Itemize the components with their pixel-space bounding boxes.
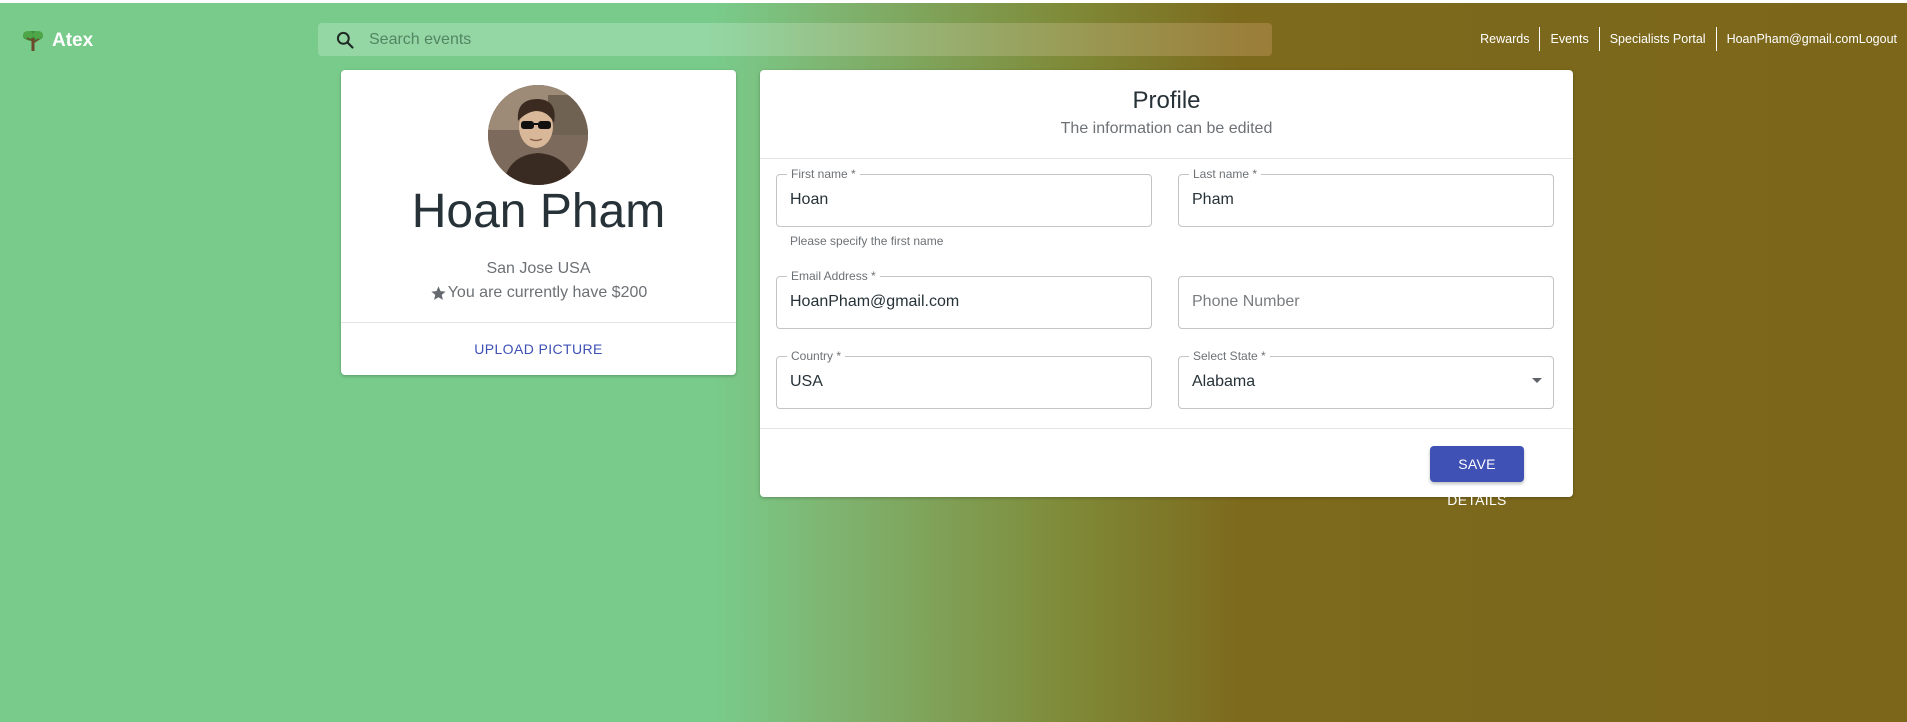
last-name-value: Pham	[1192, 191, 1234, 208]
upload-picture-button[interactable]: UPLOAD PICTURE	[341, 323, 736, 375]
phone-number-placeholder: Phone Number	[1192, 293, 1300, 310]
phone-number-field[interactable]: Phone Number	[1178, 276, 1554, 329]
state-select[interactable]: Select State * Alabama	[1178, 349, 1554, 409]
save-details-button[interactable]: SAVE DETAILS	[1430, 446, 1524, 508]
footer-divider	[760, 428, 1573, 429]
balance-info: You are currently have $200	[341, 284, 736, 302]
state-label: Select State *	[1189, 349, 1270, 363]
last-name-label: Last name *	[1189, 167, 1262, 181]
header-divider	[760, 158, 1573, 159]
first-name-field[interactable]: First name * Hoan	[776, 167, 1152, 227]
top-bar: Atex Rewards Events Specialists Portal H…	[0, 3, 1907, 68]
nav-specialists-portal-link[interactable]: Specialists Portal	[1598, 27, 1716, 51]
country-field[interactable]: Country * USA	[776, 349, 1152, 409]
profile-title: Profile	[1132, 87, 1201, 114]
search-input[interactable]	[367, 29, 1231, 50]
avatar	[488, 85, 588, 185]
avatar-photo	[488, 85, 588, 185]
star-icon	[431, 285, 446, 300]
first-name-value: Hoan	[790, 191, 829, 208]
email-label: Email Address *	[787, 269, 880, 283]
user-location: San Jose USA	[486, 260, 591, 277]
nav-user-email[interactable]: HoanPham@gmail.com	[1727, 27, 1859, 51]
nav-logout-link[interactable]: Logout	[1859, 27, 1897, 51]
last-name-field[interactable]: Last name * Pham	[1178, 167, 1554, 227]
country-value: USA	[790, 373, 823, 390]
first-name-label: First name *	[787, 167, 860, 181]
user-name: Hoan Pham	[411, 185, 666, 238]
tree-icon	[23, 31, 43, 51]
email-value: HoanPham@gmail.com	[790, 293, 960, 310]
first-name-helper-text: Please specify the first name	[790, 234, 944, 248]
profile-subtitle: The information can be edited	[1060, 120, 1273, 137]
nav-rewards-link[interactable]: Rewards	[1470, 27, 1539, 51]
top-nav: Rewards Events Specialists Portal HoanPh…	[1470, 27, 1897, 51]
account-area: HoanPham@gmail.com Logout	[1715, 27, 1897, 51]
search-icon	[336, 31, 354, 49]
search-bar[interactable]	[318, 23, 1272, 56]
state-value: Alabama	[1192, 373, 1256, 390]
country-label: Country *	[787, 349, 846, 363]
nav-events-link[interactable]: Events	[1539, 27, 1598, 51]
chevron-down-icon[interactable]	[1531, 377, 1543, 385]
app-name: Atex	[52, 30, 94, 51]
balance-text: You are currently have $200	[447, 284, 648, 301]
user-summary-card: Hoan Pham San Jose USA You are currently…	[341, 70, 736, 375]
email-field[interactable]: Email Address * HoanPham@gmail.com	[776, 269, 1152, 329]
app-logo[interactable]: Atex	[20, 29, 93, 53]
